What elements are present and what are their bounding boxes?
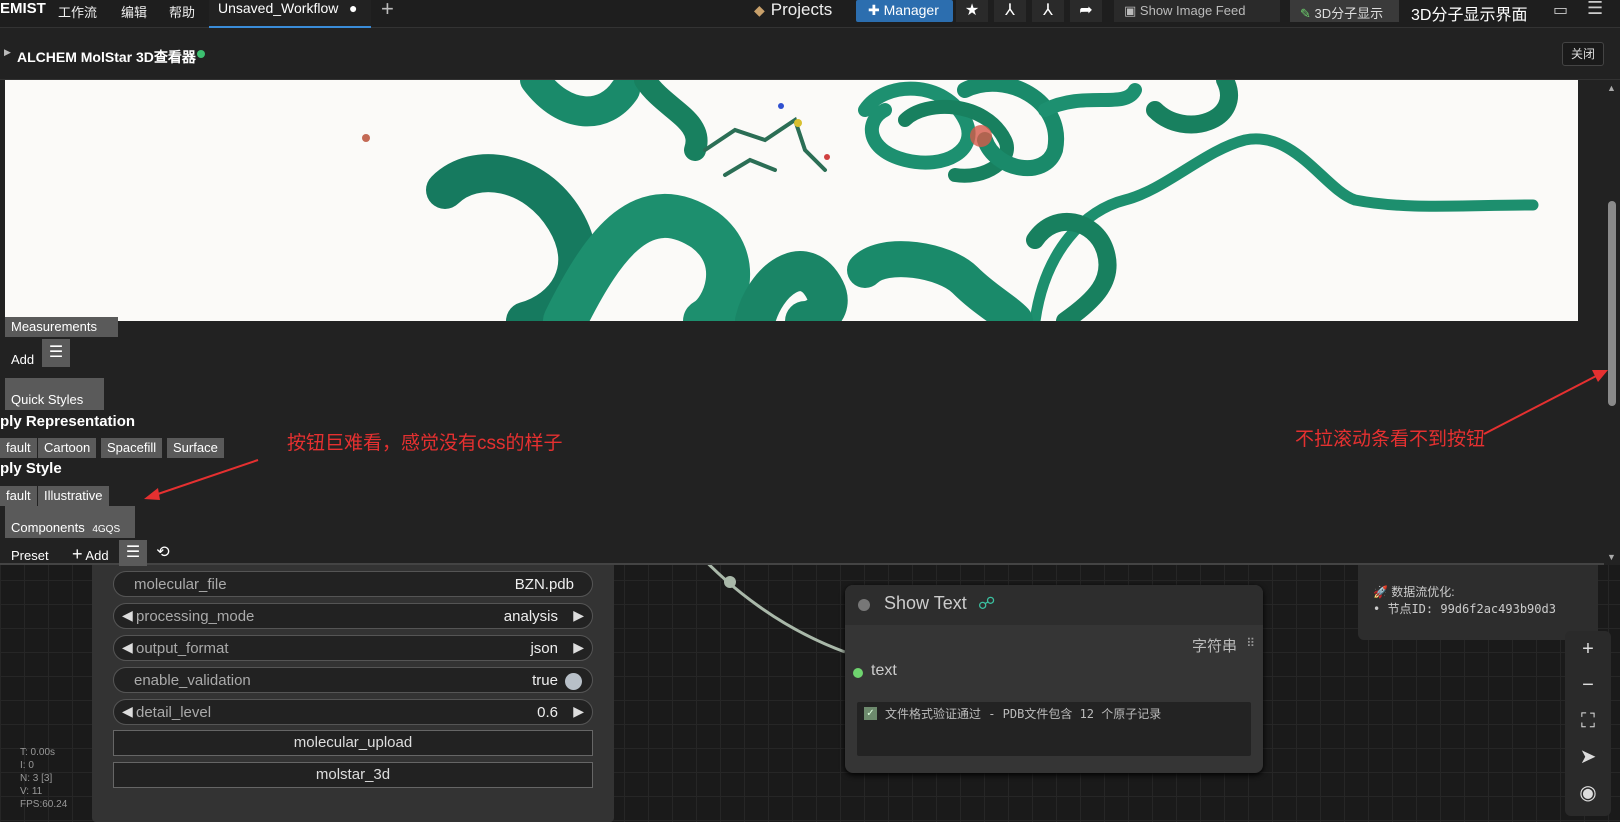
- output-label: 字符串: [1191, 638, 1237, 655]
- input-label: text: [871, 662, 897, 679]
- input-slot[interactable]: [853, 668, 863, 678]
- arrow-left-icon[interactable]: ◀: [122, 607, 133, 624]
- molstar-dialog: ▶ ALCHEM MolStar 3D查看器 关闭 ▲ ▼ Measuremen…: [0, 28, 1620, 566]
- grid-icon[interactable]: ⠿: [1246, 636, 1255, 650]
- text-output[interactable]: ✓ 文件格式验证通过 - PDB文件包含 12 个原子记录: [857, 702, 1251, 756]
- toggle-knob[interactable]: [565, 673, 582, 690]
- arrow-left-icon[interactable]: ◀: [122, 639, 133, 656]
- eye-icon[interactable]: ◉: [1565, 775, 1611, 811]
- text-content: 文件格式验证通过 - PDB文件包含 12 个原子记录: [885, 707, 1162, 721]
- new-tab-button[interactable]: +: [381, 0, 394, 22]
- show-text-node[interactable]: Show Text ☍ 字符串 ⠿ text ✓ 文件格式验证通过 - PDB文…: [845, 585, 1263, 773]
- arrow-left-icon[interactable]: ◀: [122, 703, 133, 720]
- node-header[interactable]: Show Text ☍: [845, 585, 1263, 625]
- projects-button[interactable]: ◆ Projects: [754, 0, 832, 20]
- stat-vertices: V: 11: [20, 786, 43, 797]
- widget-detail-level[interactable]: ◀ detail_level 0.6 ▶: [113, 699, 593, 725]
- canvas-controls: + − ⛶ ➤ ◉: [1565, 631, 1611, 816]
- show-image-feed-button[interactable]: ▣ Show Image Feed: [1114, 0, 1280, 22]
- menu-help[interactable]: 帮助: [169, 2, 195, 21]
- molecule-display-label: 3D分子显示: [1314, 6, 1384, 21]
- link-midpoint: [724, 576, 736, 588]
- stat-iter: I: 0: [20, 760, 34, 771]
- stat-fps: FPS:60.24: [20, 799, 68, 810]
- annotation-scroll-needed: 不拉滚动条看不到按钮: [1295, 429, 1486, 450]
- app-logo: EMIST: [0, 0, 46, 17]
- molecule-display-button[interactable]: ✎ 3D分子显示: [1290, 0, 1399, 22]
- zoom-out-icon[interactable]: −: [1565, 667, 1611, 703]
- widget-label: detail_level: [136, 704, 212, 721]
- branch-icon[interactable]: ⅄: [994, 0, 1026, 22]
- share-icon[interactable]: ➦: [1070, 0, 1102, 22]
- widget-label: molecular_file: [134, 576, 227, 593]
- widget-value: json: [530, 640, 558, 657]
- link-icon: ☍: [978, 594, 996, 613]
- menu-workflow[interactable]: 工作流: [58, 2, 97, 21]
- widget-value: 0.6: [537, 704, 558, 721]
- show-image-feed-label: Show Image Feed: [1139, 3, 1246, 18]
- molecular-upload-button[interactable]: molecular_upload: [113, 730, 593, 756]
- hamburger-menu-icon[interactable]: ☰: [1587, 0, 1603, 19]
- node-collapse-dot[interactable]: [858, 599, 870, 611]
- unsaved-dot-icon: ●: [349, 0, 358, 16]
- stat-nodes: N: 3 [3]: [20, 773, 53, 784]
- navigate-icon[interactable]: ➤: [1565, 739, 1611, 775]
- fit-view-icon[interactable]: ⛶: [1565, 703, 1611, 739]
- check-icon: ✓: [864, 707, 877, 720]
- top-menu-bar: EMIST 工作流 编辑 帮助 Unsaved_Workflow ● + ◆ Pr…: [0, 0, 1620, 28]
- render-stats: T: 0.00s I: 0 N: 3 [3] V: 11 FPS:60.24: [20, 746, 67, 811]
- manager-label: Manager: [883, 2, 939, 18]
- branch-alt-icon[interactable]: ⅄: [1032, 0, 1064, 22]
- arrow-right-icon[interactable]: ▶: [573, 607, 584, 624]
- image-icon: ▣: [1124, 3, 1137, 18]
- info-node[interactable]: 🚀 数据流优化: • 节点ID: 99d6f2ac493b90d3: [1358, 555, 1598, 640]
- molecule-display-title: 3D分子显示界面: [1411, 7, 1528, 24]
- node-id-line: • 节点ID: 99d6f2ac493b90d3: [1373, 602, 1556, 616]
- annotation-buttons-ugly: 按钮巨难看，感觉没有css的样子: [287, 433, 563, 454]
- widget-enable-validation[interactable]: enable_validation true: [113, 667, 593, 693]
- widget-value: analysis: [503, 608, 558, 625]
- widget-output-format[interactable]: ◀ output_format json ▶: [113, 635, 593, 661]
- annotation-arrows: [144, 370, 1608, 500]
- arrow-right-icon[interactable]: ▶: [573, 703, 584, 720]
- widget-value: true: [532, 672, 558, 689]
- star-icon[interactable]: ★: [956, 0, 988, 22]
- tab-unsaved-workflow[interactable]: Unsaved_Workflow ●: [209, 0, 371, 28]
- menu-edit[interactable]: 编辑: [121, 2, 147, 21]
- pencil-icon: ✎: [1300, 6, 1311, 21]
- node-title: Show Text: [884, 593, 967, 613]
- molstar-3d-button[interactable]: molstar_3d: [113, 762, 593, 788]
- info-line: 🚀 数据流优化:: [1373, 585, 1455, 599]
- widget-value: BZN.pdb: [514, 576, 574, 593]
- widget-molecular-file[interactable]: molecular_file BZN.pdb: [113, 571, 593, 597]
- stat-time: T: 0.00s: [20, 747, 56, 758]
- zoom-in-icon[interactable]: +: [1565, 631, 1611, 667]
- widget-label: output_format: [136, 640, 229, 657]
- box-icon: ◆: [754, 2, 765, 18]
- widget-label: enable_validation: [134, 672, 251, 689]
- tab-label: Unsaved_Workflow: [218, 0, 339, 16]
- widget-label: processing_mode: [136, 608, 255, 625]
- puzzle-icon: ✚: [868, 2, 880, 18]
- arrow-right-icon[interactable]: ▶: [573, 639, 584, 656]
- projects-label: Projects: [770, 0, 833, 19]
- widget-processing-mode[interactable]: ◀ processing_mode analysis ▶: [113, 603, 593, 629]
- link-wire: [693, 548, 846, 654]
- panel-toggle-icon[interactable]: ▭: [1553, 0, 1568, 20]
- manager-button[interactable]: ✚ Manager: [856, 0, 953, 22]
